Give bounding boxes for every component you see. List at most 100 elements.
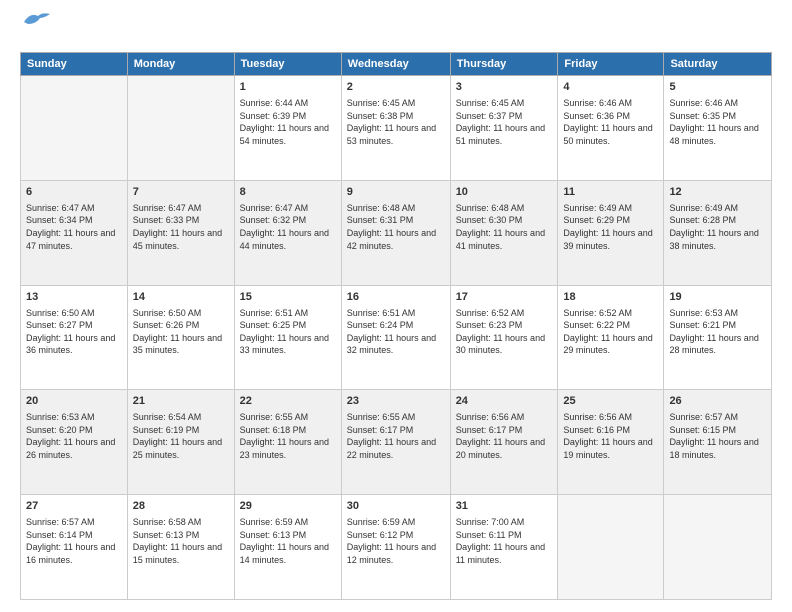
calendar-day: 20Sunrise: 6:53 AM Sunset: 6:20 PM Dayli… [21, 390, 128, 495]
day-number: 8 [240, 185, 336, 200]
calendar-table: SundayMondayTuesdayWednesdayThursdayFrid… [20, 52, 772, 600]
day-info: Sunrise: 6:47 AM Sunset: 6:32 PM Dayligh… [240, 202, 336, 252]
day-info: Sunrise: 6:52 AM Sunset: 6:23 PM Dayligh… [456, 307, 553, 357]
day-number: 21 [133, 394, 229, 409]
day-number: 13 [26, 290, 122, 305]
day-info: Sunrise: 6:47 AM Sunset: 6:34 PM Dayligh… [26, 202, 122, 252]
day-number: 3 [456, 80, 553, 95]
day-number: 1 [240, 80, 336, 95]
calendar-day: 25 Sunrise: 6:56 AM Sunset: 6:16 PM Dayli… [558, 390, 664, 495]
calendar-day: 5Sunrise: 6:46 AM Sunset: 6:35 PM Daylig… [664, 76, 772, 181]
day-info: Sunrise: 6:44 AM Sunset: 6:39 PM Dayligh… [240, 97, 336, 147]
calendar-week-row: 6 Sunrise: 6:47 AM Sunset: 6:34 PM Daylig… [21, 180, 772, 285]
day-info: Sunrise: 6:45 AM Sunset: 6:38 PM Dayligh… [347, 97, 445, 147]
calendar-week-row: 1 Sunrise: 6:44 AM Sunset: 6:39 PM Daylig… [21, 76, 772, 181]
day-info: Sunrise: 6:54 AM Sunset: 6:19 PM Dayligh… [133, 411, 229, 461]
day-info: Sunrise: 6:59 AM Sunset: 6:12 PM Dayligh… [347, 516, 445, 566]
day-number: 12 [669, 185, 766, 200]
day-number: 26 [669, 394, 766, 409]
day-of-week-saturday: Saturday [664, 53, 772, 76]
day-info: Sunrise: 6:49 AM Sunset: 6:28 PM Dayligh… [669, 202, 766, 252]
day-number: 16 [347, 290, 445, 305]
calendar-day: 10 Sunrise: 6:48 AM Sunset: 6:30 PM Dayli… [450, 180, 558, 285]
day-info: Sunrise: 6:48 AM Sunset: 6:30 PM Dayligh… [456, 202, 553, 252]
calendar-day [664, 495, 772, 600]
day-info: Sunrise: 6:50 AM Sunset: 6:27 PM Dayligh… [26, 307, 122, 357]
day-of-week-monday: Monday [127, 53, 234, 76]
calendar-day: 24 Sunrise: 6:56 AM Sunset: 6:17 PM Dayli… [450, 390, 558, 495]
day-number: 15 [240, 290, 336, 305]
calendar-day: 4 Sunrise: 6:46 AM Sunset: 6:36 PM Daylig… [558, 76, 664, 181]
calendar-week-row: 13 Sunrise: 6:50 AM Sunset: 6:27 PM Dayli… [21, 285, 772, 390]
day-of-week-thursday: Thursday [450, 53, 558, 76]
day-info: Sunrise: 6:49 AM Sunset: 6:29 PM Dayligh… [563, 202, 658, 252]
day-number: 6 [26, 185, 122, 200]
day-number: 27 [26, 499, 122, 514]
day-of-week-wednesday: Wednesday [341, 53, 450, 76]
day-number: 28 [133, 499, 229, 514]
day-number: 24 [456, 394, 553, 409]
day-info: Sunrise: 7:00 AM Sunset: 6:11 PM Dayligh… [456, 516, 553, 566]
day-number: 7 [133, 185, 229, 200]
calendar-day: 26 Sunrise: 6:57 AM Sunset: 6:15 PM Dayli… [664, 390, 772, 495]
day-info: Sunrise: 6:56 AM Sunset: 6:17 PM Dayligh… [456, 411, 553, 461]
day-number: 31 [456, 499, 553, 514]
day-info: Sunrise: 6:57 AM Sunset: 6:14 PM Dayligh… [26, 516, 122, 566]
day-info: Sunrise: 6:48 AM Sunset: 6:31 PM Dayligh… [347, 202, 445, 252]
calendar-day: 8 Sunrise: 6:47 AM Sunset: 6:32 PM Daylig… [234, 180, 341, 285]
calendar-day: 14 Sunrise: 6:50 AM Sunset: 6:26 PM Dayli… [127, 285, 234, 390]
day-number: 17 [456, 290, 553, 305]
day-info: Sunrise: 6:51 AM Sunset: 6:24 PM Dayligh… [347, 307, 445, 357]
day-number: 9 [347, 185, 445, 200]
calendar-day: 19 Sunrise: 6:53 AM Sunset: 6:21 PM Dayli… [664, 285, 772, 390]
page: SundayMondayTuesdayWednesdayThursdayFrid… [0, 0, 792, 612]
day-number: 25 [563, 394, 658, 409]
calendar-day: 31 Sunrise: 7:00 AM Sunset: 6:11 PM Dayli… [450, 495, 558, 600]
calendar-day: 27 Sunrise: 6:57 AM Sunset: 6:14 PM Dayli… [21, 495, 128, 600]
day-of-week-sunday: Sunday [21, 53, 128, 76]
day-number: 10 [456, 185, 553, 200]
logo [20, 18, 52, 42]
day-info: Sunrise: 6:58 AM Sunset: 6:13 PM Dayligh… [133, 516, 229, 566]
day-number: 19 [669, 290, 766, 305]
calendar-header-row: SundayMondayTuesdayWednesdayThursdayFrid… [21, 53, 772, 76]
calendar-day: 28 Sunrise: 6:58 AM Sunset: 6:13 PM Dayli… [127, 495, 234, 600]
calendar-day: 21 Sunrise: 6:54 AM Sunset: 6:19 PM Dayli… [127, 390, 234, 495]
day-info: Sunrise: 6:55 AM Sunset: 6:17 PM Dayligh… [347, 411, 445, 461]
day-info: Sunrise: 6:57 AM Sunset: 6:15 PM Dayligh… [669, 411, 766, 461]
calendar-week-row: 27 Sunrise: 6:57 AM Sunset: 6:14 PM Dayli… [21, 495, 772, 600]
calendar-day: 17 Sunrise: 6:52 AM Sunset: 6:23 PM Dayli… [450, 285, 558, 390]
day-info: Sunrise: 6:53 AM Sunset: 6:21 PM Dayligh… [669, 307, 766, 357]
day-number: 29 [240, 499, 336, 514]
calendar-week-row: 20Sunrise: 6:53 AM Sunset: 6:20 PM Dayli… [21, 390, 772, 495]
day-info: Sunrise: 6:59 AM Sunset: 6:13 PM Dayligh… [240, 516, 336, 566]
calendar-day [127, 76, 234, 181]
day-info: Sunrise: 6:47 AM Sunset: 6:33 PM Dayligh… [133, 202, 229, 252]
day-info: Sunrise: 6:46 AM Sunset: 6:36 PM Dayligh… [563, 97, 658, 147]
day-info: Sunrise: 6:51 AM Sunset: 6:25 PM Dayligh… [240, 307, 336, 357]
day-number: 14 [133, 290, 229, 305]
day-number: 2 [347, 80, 445, 95]
calendar-day: 6 Sunrise: 6:47 AM Sunset: 6:34 PM Daylig… [21, 180, 128, 285]
day-info: Sunrise: 6:50 AM Sunset: 6:26 PM Dayligh… [133, 307, 229, 357]
calendar-day: 7 Sunrise: 6:47 AM Sunset: 6:33 PM Daylig… [127, 180, 234, 285]
calendar-day: 1 Sunrise: 6:44 AM Sunset: 6:39 PM Daylig… [234, 76, 341, 181]
calendar-day: 2 Sunrise: 6:45 AM Sunset: 6:38 PM Daylig… [341, 76, 450, 181]
day-number: 30 [347, 499, 445, 514]
calendar-day: 3Sunrise: 6:45 AM Sunset: 6:37 PM Daylig… [450, 76, 558, 181]
calendar-day: 18 Sunrise: 6:52 AM Sunset: 6:22 PM Dayli… [558, 285, 664, 390]
day-info: Sunrise: 6:52 AM Sunset: 6:22 PM Dayligh… [563, 307, 658, 357]
calendar-day: 13 Sunrise: 6:50 AM Sunset: 6:27 PM Dayli… [21, 285, 128, 390]
day-number: 20 [26, 394, 122, 409]
day-info: Sunrise: 6:56 AM Sunset: 6:16 PM Dayligh… [563, 411, 658, 461]
day-of-week-tuesday: Tuesday [234, 53, 341, 76]
day-number: 22 [240, 394, 336, 409]
calendar-day: 12 Sunrise: 6:49 AM Sunset: 6:28 PM Dayli… [664, 180, 772, 285]
day-number: 4 [563, 80, 658, 95]
day-number: 23 [347, 394, 445, 409]
day-number: 11 [563, 185, 658, 200]
calendar-day: 30 Sunrise: 6:59 AM Sunset: 6:12 PM Dayli… [341, 495, 450, 600]
calendar-day: 16 Sunrise: 6:51 AM Sunset: 6:24 PM Dayli… [341, 285, 450, 390]
day-number: 18 [563, 290, 658, 305]
day-number: 5 [669, 80, 766, 95]
